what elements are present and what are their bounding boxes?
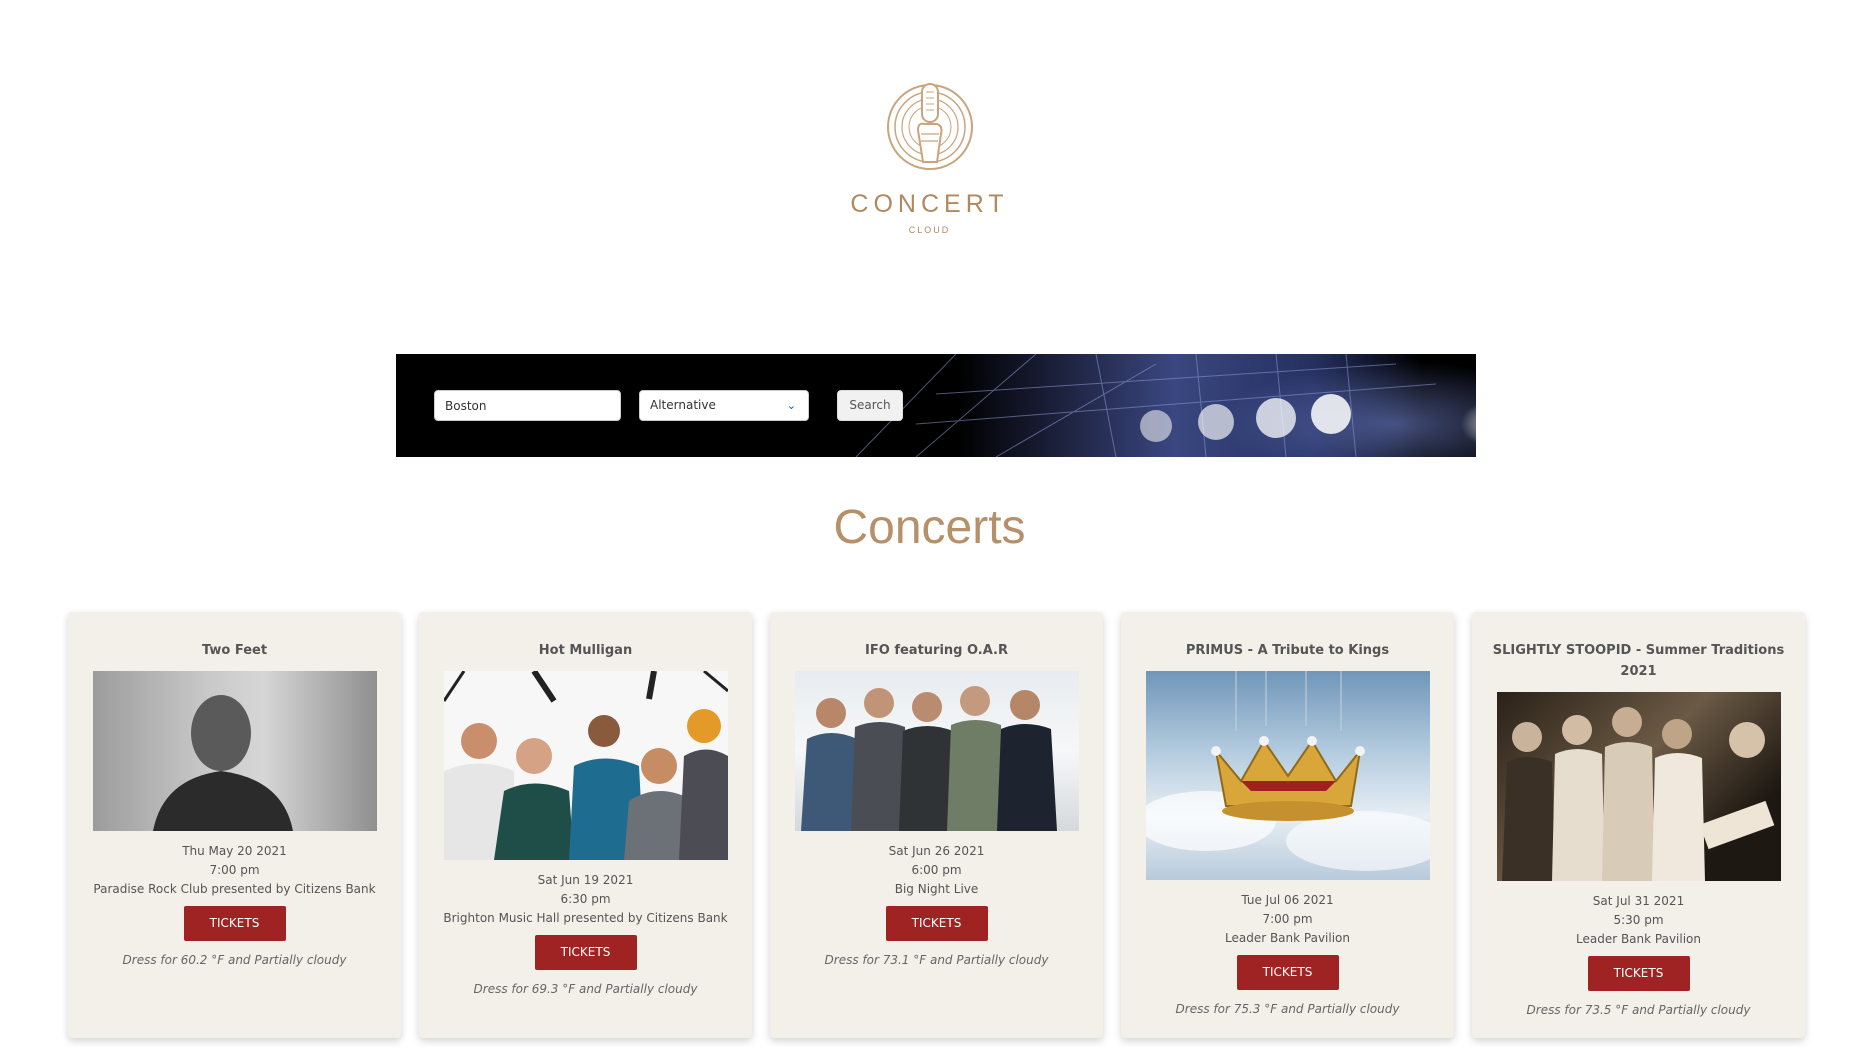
- weather-note: Dress for 75.3 °F and Partially cloudy: [1175, 1002, 1400, 1016]
- concert-venue: Paradise Rock Club presented by Citizens…: [93, 882, 376, 896]
- brand-name: CONCERT: [850, 190, 1009, 218]
- weather-note: Dress for 73.1 °F and Partially cloudy: [824, 953, 1049, 967]
- concert-title: Two Feet: [201, 643, 268, 658]
- concert-date: Tue Jul 06 2021: [1241, 893, 1334, 907]
- concert-date: Sat Jun 19 2021: [537, 873, 634, 887]
- concert-time: 7:00 pm: [209, 863, 260, 877]
- concert-venue: Leader Bank Pavilion: [1575, 932, 1701, 946]
- concert-image: [794, 671, 1079, 831]
- weather-note: Dress for 73.5 °F and Partially cloudy: [1526, 1003, 1751, 1017]
- concert-image: [1145, 671, 1430, 880]
- tickets-button[interactable]: TICKETS: [183, 906, 286, 941]
- concert-card: Hot Mulligan Sat Jun 19 2021 6:30 pm Bri…: [419, 612, 752, 1038]
- city-search-input[interactable]: [434, 390, 621, 421]
- concert-date: Sat Jun 26 2021: [888, 844, 985, 858]
- brand-logo: CONCERT CLOUD: [0, 78, 1859, 235]
- search-button[interactable]: Search: [837, 390, 903, 421]
- genre-select[interactable]: Alternative ⌄: [639, 390, 809, 421]
- concert-time: 6:00 pm: [911, 863, 962, 877]
- concert-date: Sat Jul 31 2021: [1592, 894, 1685, 908]
- concert-time: 5:30 pm: [1613, 913, 1664, 927]
- concert-card: Two Feet Thu May 20 2021 7:00 pm Paradis…: [68, 612, 401, 1038]
- concert-venue: Brighton Music Hall presented by Citizen…: [443, 911, 728, 925]
- concert-image: [443, 671, 728, 860]
- tickets-button[interactable]: TICKETS: [1587, 956, 1690, 991]
- chevron-down-icon: ⌄: [786, 399, 796, 412]
- concert-time: 6:30 pm: [560, 892, 611, 906]
- tickets-button[interactable]: TICKETS: [885, 906, 988, 941]
- concert-title: SLIGHTLY STOOPID - Summer Traditions 202…: [1492, 643, 1785, 679]
- genre-select-value: Alternative: [650, 398, 716, 412]
- concert-card: PRIMUS - A Tribute to Kings Tue Jul 06 2…: [1121, 612, 1454, 1038]
- concert-venue: Big Night Live: [894, 882, 979, 896]
- weather-note: Dress for 60.2 °F and Partially cloudy: [122, 953, 347, 967]
- concert-venue: Leader Bank Pavilion: [1224, 931, 1350, 945]
- concert-time: 7:00 pm: [1262, 912, 1313, 926]
- brand-subtitle: CLOUD: [908, 225, 951, 235]
- concert-title: IFO featuring O.A.R: [865, 643, 1008, 658]
- concert-card: SLIGHTLY STOOPID - Summer Traditions 202…: [1472, 612, 1805, 1038]
- microphone-logo-icon: [886, 83, 973, 170]
- concert-card: IFO featuring O.A.R Sat Jun 26 2021 6:00…: [770, 612, 1103, 1038]
- concert-image: [92, 671, 377, 831]
- weather-note: Dress for 69.3 °F and Partially cloudy: [473, 982, 698, 996]
- concert-image: [1496, 692, 1781, 881]
- concert-date: Thu May 20 2021: [182, 844, 287, 858]
- concert-title: PRIMUS - A Tribute to Kings: [1185, 643, 1390, 658]
- concert-title: Hot Mulligan: [538, 643, 633, 658]
- tickets-button[interactable]: TICKETS: [534, 935, 637, 970]
- tickets-button[interactable]: TICKETS: [1236, 955, 1339, 990]
- page-title: Concerts: [833, 501, 1026, 554]
- search-banner: Alternative ⌄ Search: [396, 354, 1476, 457]
